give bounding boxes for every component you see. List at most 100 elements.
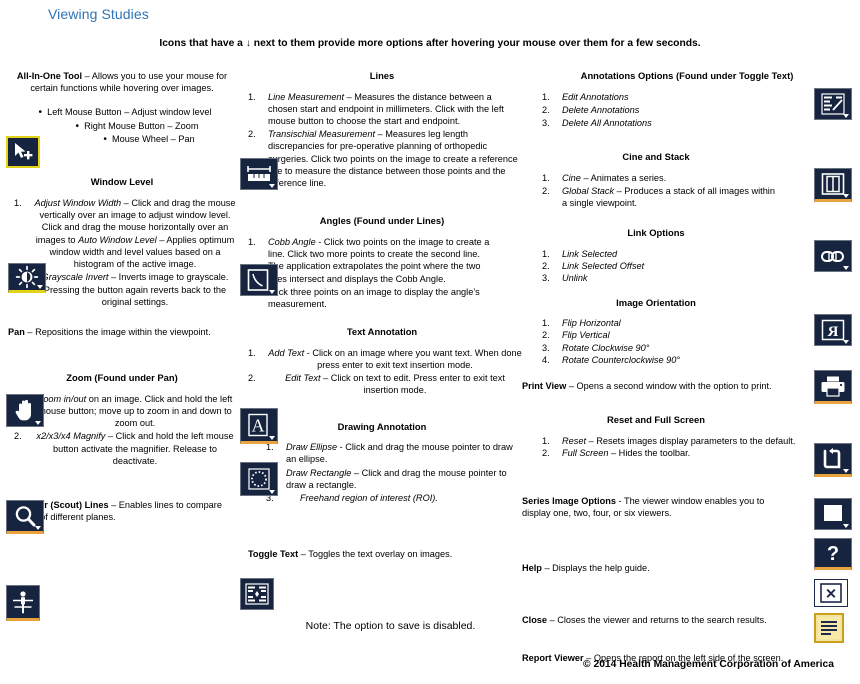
term: Add Text <box>268 347 305 358</box>
report-viewer-icon[interactable] <box>814 613 844 643</box>
list-item: Add Text - Click on an image where you w… <box>248 347 522 371</box>
reset-full-screen-list: Reset – Resets images display parameters… <box>522 435 852 460</box>
chevron-down-icon[interactable] <box>843 524 849 528</box>
print-view-term: Print View <box>522 381 567 392</box>
chevron-down-icon[interactable] <box>843 266 849 270</box>
line-measurement-icon[interactable] <box>240 158 278 190</box>
term: Edit Text <box>285 373 321 384</box>
chevron-down-icon[interactable] <box>35 421 41 425</box>
list-item: Reset – Resets images display parameters… <box>542 435 852 447</box>
term: Zoom in/out <box>37 393 87 404</box>
list-item: Rotate Clockwise 90° <box>542 342 650 354</box>
annotations-options-list: Edit Annotations Delete Annotations Dele… <box>522 91 852 130</box>
chevron-down-icon[interactable] <box>843 340 849 344</box>
pan-hand-icon[interactable] <box>6 394 44 427</box>
list-item: • Right Mouse Button – Zoom <box>8 120 236 133</box>
term: Line Measurement <box>268 91 345 102</box>
close-text: – Closes the viewer and returns to the s… <box>547 614 767 625</box>
list-item: Edit Text – Click on text to edit. Press… <box>248 372 522 396</box>
help-paragraph: Help – Displays the help guide. <box>522 562 852 574</box>
left-column: All-In-One Tool – Allows you to use your… <box>8 70 236 528</box>
list-item: Full Screen – Hides the toolbar. <box>542 447 852 459</box>
chevron-down-icon[interactable] <box>269 490 275 494</box>
help-question-icon[interactable]: ? <box>814 538 852 570</box>
term: Cine <box>562 172 581 183</box>
chevron-down-icon[interactable] <box>843 194 849 198</box>
print-view-text: – Opens a second window with the option … <box>566 381 772 392</box>
zoom-heading: Zoom (Found under Pan) <box>66 372 178 384</box>
list-item: Rotate Counterclockwise 90° <box>542 354 681 366</box>
list-item: Grayscale Invert – Inverts image to gray… <box>14 271 236 308</box>
series-image-options-icon[interactable] <box>814 498 852 530</box>
list-item: Adjust Window Width – Click and drag the… <box>14 197 236 270</box>
list-item: Delete Annotations <box>542 104 640 116</box>
reset-full-screen-heading: Reset and Full Screen <box>607 414 705 426</box>
term: x2/x3/x4 Magnify <box>36 431 106 442</box>
close-paragraph: Close – Closes the viewer and returns to… <box>522 614 852 626</box>
text-annotation-a-icon[interactable]: A <box>240 408 278 444</box>
toggle-text-paragraph: Toggle Text – Toggles the text overlay o… <box>242 548 522 560</box>
desc: – Resets images display parameters to th… <box>586 435 796 446</box>
page-title: Viewing Studies <box>48 6 149 22</box>
image-orientation-flip-icon[interactable]: R <box>814 314 852 346</box>
reset-full-screen-icon[interactable] <box>814 443 852 477</box>
list-item: Delete All Annotations <box>542 117 652 129</box>
bullet-dot-icon: • <box>38 107 42 119</box>
chevron-down-icon[interactable] <box>35 526 41 530</box>
cine-stack-icon[interactable] <box>814 168 852 202</box>
help-term: Help <box>522 562 542 573</box>
angles-heading: Angles (Found under Lines) <box>319 215 445 227</box>
all-in-one-cursor-icon[interactable] <box>6 136 40 168</box>
pan-text: – Repositions the image within the viewp… <box>24 326 211 337</box>
localizer-scout-lines-icon[interactable] <box>6 585 40 621</box>
chevron-down-icon[interactable] <box>37 285 43 289</box>
close-x-icon[interactable]: ✕ <box>814 579 848 607</box>
chevron-down-icon[interactable] <box>843 469 849 473</box>
right-column: Annotations Options (Found under Toggle … <box>522 70 852 668</box>
chevron-down-icon[interactable] <box>843 114 849 118</box>
all-in-one-tool-term: All-In-One Tool <box>16 71 83 81</box>
list-item: Link Selected Offset <box>542 260 645 272</box>
link-options-heading: Link Options <box>627 227 685 239</box>
draw-ellipse-icon[interactable] <box>240 462 278 496</box>
chevron-down-icon[interactable] <box>269 436 275 440</box>
middle-column: Lines Line Measurement – Measures the di… <box>242 70 522 565</box>
window-level-brightness-icon[interactable] <box>8 263 46 293</box>
list-item: Flip Vertical <box>542 329 610 341</box>
cine-stack-list: Cine – Animates a series. Global Stack –… <box>522 172 852 210</box>
cobb-angle-icon[interactable] <box>240 264 278 296</box>
list-item: Draw Ellipse - Click and drag the mouse … <box>266 441 522 465</box>
term: Global Stack <box>562 185 615 196</box>
svg-text:✕: ✕ <box>825 586 837 602</box>
list-item: • Left Mouse Button – Adjust window leve… <box>8 106 236 119</box>
term: Cobb Angle <box>268 236 316 247</box>
subtitle-instruction: Icons that have a ↓ next to them provide… <box>0 37 860 51</box>
link-chain-icon[interactable] <box>814 240 852 272</box>
list-item: Line Measurement – Measures the distance… <box>248 91 522 128</box>
term: Draw Rectangle <box>286 467 352 478</box>
pan-term: Pan <box>8 326 25 337</box>
bullet-dot-icon: • <box>103 134 107 146</box>
annotations-options-icon[interactable] <box>814 88 852 120</box>
cine-stack-heading: Cine and Stack <box>622 151 690 163</box>
chevron-down-icon[interactable] <box>269 290 275 294</box>
image-orientation-heading: Image Orientation <box>616 296 696 308</box>
zoom-magnifier-icon[interactable] <box>6 500 44 534</box>
chevron-down-icon[interactable] <box>269 184 275 188</box>
link-options-list: Link Selected Link Selected Offset Unlin… <box>522 248 852 285</box>
toggle-text-term: Toggle Text <box>248 549 299 560</box>
list-item: Link Selected <box>542 248 618 260</box>
all-in-one-tool-paragraph: All-In-One Tool – Allows you to use your… <box>8 70 236 94</box>
bullet-label: Right Mouse Button – Zoom <box>84 120 199 131</box>
list-item: Transischial Measurement – Measures leg … <box>248 128 522 189</box>
desc: – Hides the toolbar. <box>608 448 691 459</box>
toggle-text-icon[interactable] <box>240 578 274 610</box>
all-in-one-bullet-list: • Left Mouse Button – Adjust window leve… <box>8 106 236 146</box>
angles-list: Cobb Angle - Click two points on the ima… <box>242 236 522 310</box>
series-image-options-term: Series Image Options <box>522 496 616 507</box>
list-item: Unlink <box>542 272 588 284</box>
list-item: Zoom in/out on an image. Click and hold … <box>14 393 236 430</box>
copyright-footer: © 2014 Health Management Corporation of … <box>583 659 834 671</box>
svg-text:A: A <box>252 416 265 436</box>
print-view-printer-icon[interactable] <box>814 370 852 404</box>
